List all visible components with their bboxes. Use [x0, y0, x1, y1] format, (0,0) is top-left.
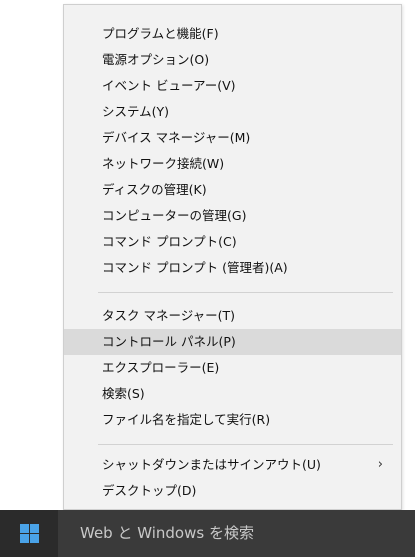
menu-item-power-options[interactable]: 電源オプション(O) [64, 47, 401, 73]
menu-item-device-manager[interactable]: デバイス マネージャー(M) [64, 125, 401, 151]
menu-item-label: プログラムと機能(F) [102, 26, 219, 41]
menu-item-run[interactable]: ファイル名を指定して実行(R) [64, 407, 401, 433]
menu-item-label: 検索(S) [102, 386, 145, 401]
menu-item-file-explorer[interactable]: エクスプローラー(E) [64, 355, 401, 381]
menu-item-label: 電源オプション(O) [102, 52, 210, 67]
search-box[interactable]: Web と Windows を検索 [58, 510, 415, 557]
menu-item-label: コマンド プロンプト(C) [102, 234, 237, 249]
menu-item-disk-management[interactable]: ディスクの管理(K) [64, 177, 401, 203]
menu-separator [98, 444, 393, 445]
menu-item-command-prompt-admin[interactable]: コマンド プロンプト (管理者)(A) [64, 255, 401, 281]
windows-logo-icon [20, 524, 39, 543]
menu-item-search[interactable]: 検索(S) [64, 381, 401, 407]
taskbar: Web と Windows を検索 [0, 510, 415, 557]
menu-item-control-panel[interactable]: コントロール パネル(P) [64, 329, 401, 355]
menu-item-task-manager[interactable]: タスク マネージャー(T) [64, 303, 401, 329]
menu-item-label: コマンド プロンプト (管理者)(A) [102, 260, 288, 275]
menu-item-label: エクスプローラー(E) [102, 360, 220, 375]
menu-item-label: システム(Y) [102, 104, 170, 119]
menu-item-label: イベント ビューアー(V) [102, 78, 236, 93]
start-button[interactable] [0, 510, 58, 557]
menu-item-label: コントロール パネル(P) [102, 334, 236, 349]
search-placeholder: Web と Windows を検索 [80, 524, 254, 542]
menu-item-network-connections[interactable]: ネットワーク接続(W) [64, 151, 401, 177]
menu-separator [98, 292, 393, 293]
menu-item-computer-management[interactable]: コンピューターの管理(G) [64, 203, 401, 229]
chevron-right-icon: › [377, 457, 383, 472]
screen: プログラムと機能(F) 電源オプション(O) イベント ビューアー(V) システ… [0, 0, 415, 557]
menu-item-label: シャットダウンまたはサインアウト(U) [102, 457, 321, 472]
menu-item-event-viewer[interactable]: イベント ビューアー(V) [64, 73, 401, 99]
menu-item-label: ディスクの管理(K) [102, 182, 207, 197]
menu-item-programs-and-features[interactable]: プログラムと機能(F) [64, 21, 401, 47]
menu-item-shutdown-or-sign-out[interactable]: シャットダウンまたはサインアウト(U) › [64, 452, 401, 478]
menu-item-label: デバイス マネージャー(M) [102, 130, 251, 145]
start-context-menu: プログラムと機能(F) 電源オプション(O) イベント ビューアー(V) システ… [63, 4, 402, 510]
menu-item-command-prompt[interactable]: コマンド プロンプト(C) [64, 229, 401, 255]
menu-item-label: タスク マネージャー(T) [102, 308, 235, 323]
menu-item-desktop[interactable]: デスクトップ(D) [64, 478, 401, 504]
menu-item-label: ファイル名を指定して実行(R) [102, 412, 271, 427]
menu-item-label: デスクトップ(D) [102, 483, 197, 498]
menu-item-system[interactable]: システム(Y) [64, 99, 401, 125]
menu-item-label: ネットワーク接続(W) [102, 156, 225, 171]
menu-item-label: コンピューターの管理(G) [102, 208, 247, 223]
